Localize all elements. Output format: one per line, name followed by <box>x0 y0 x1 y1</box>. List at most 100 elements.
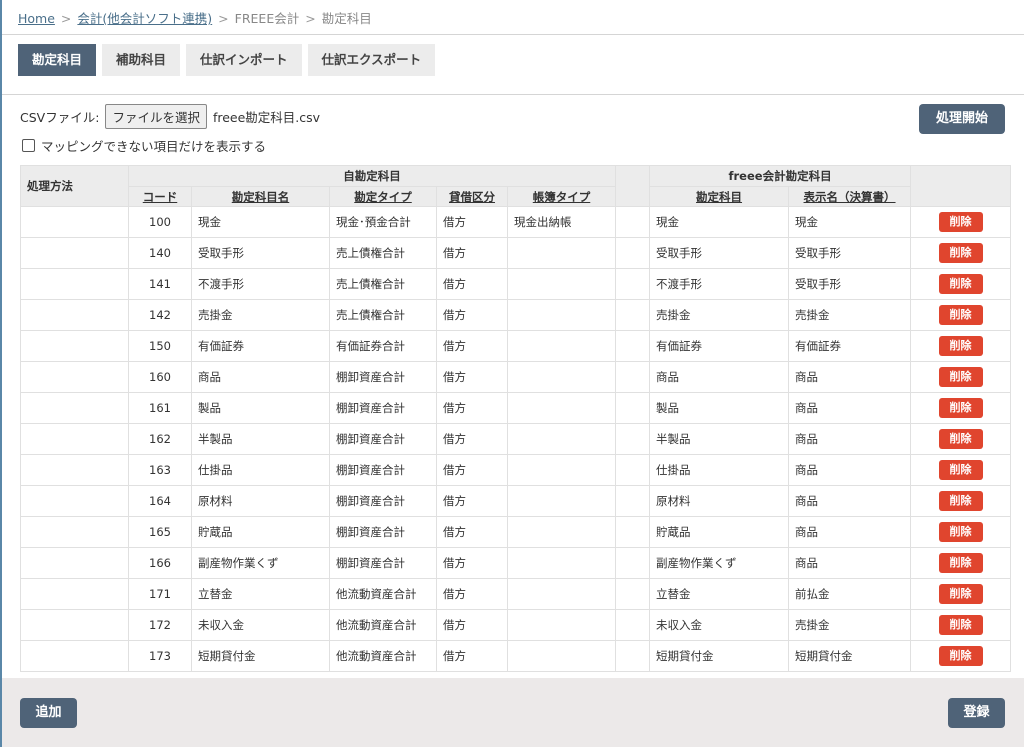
book-type-header[interactable]: 帳簿タイプ <box>506 186 617 207</box>
delete-button[interactable]: 削除 <box>938 274 983 294</box>
method-cell[interactable] <box>20 392 129 424</box>
freee-account-cell[interactable]: 貯蔵品 <box>649 516 790 548</box>
book-type-cell <box>506 299 617 331</box>
unmapped-only-checkbox[interactable] <box>22 139 35 152</box>
unmapped-filter[interactable]: マッピングできない項目だけを表示する <box>22 136 266 155</box>
debit-credit-header[interactable]: 貸借区分 <box>436 186 508 207</box>
delete-button[interactable]: 削除 <box>938 491 983 511</box>
method-cell[interactable] <box>20 609 129 641</box>
book-type-cell <box>506 578 617 610</box>
choose-file-button[interactable]: ファイルを選択 <box>105 104 207 129</box>
freee-account-cell[interactable]: 副産物作業くず <box>649 547 790 579</box>
code-cell: 100 <box>128 206 192 238</box>
display-name-cell: 有価証券 <box>788 330 912 362</box>
account-type-cell: 棚卸資産合計 <box>329 361 437 393</box>
freee-account-header[interactable]: 勘定科目 <box>649 186 790 207</box>
header-divider <box>2 34 1024 35</box>
register-button[interactable]: 登録 <box>948 698 1005 728</box>
account-type-header[interactable]: 勘定タイプ <box>329 186 437 207</box>
method-cell[interactable] <box>20 485 129 517</box>
freee-account-cell[interactable]: 半製品 <box>649 423 790 455</box>
delete-button[interactable]: 削除 <box>938 336 983 356</box>
debit-credit-cell: 借方 <box>436 640 508 672</box>
breadcrumb-accounting-link[interactable]: 会計(他会計ソフト連携) <box>77 11 212 26</box>
freee-account-cell[interactable]: 未収入金 <box>649 609 790 641</box>
book-type-cell <box>506 609 617 641</box>
account-name-cell: 売掛金 <box>191 299 330 331</box>
freee-account-cell[interactable]: 製品 <box>649 392 790 424</box>
gap-cell <box>615 392 651 424</box>
method-cell[interactable] <box>20 206 129 238</box>
book-type-cell <box>506 516 617 548</box>
method-cell[interactable] <box>20 454 129 486</box>
debit-credit-cell: 借方 <box>436 516 508 548</box>
freee-account-cell[interactable]: 仕掛品 <box>649 454 790 486</box>
method-cell[interactable] <box>20 361 129 393</box>
debit-credit-cell: 借方 <box>436 299 508 331</box>
account-name-cell: 半製品 <box>191 423 330 455</box>
delete-cell: 削除 <box>910 516 1011 548</box>
delete-button[interactable]: 削除 <box>938 398 983 418</box>
account-type-cell: 現金･預金合計 <box>329 206 437 238</box>
freee-account-cell[interactable]: 受取手形 <box>649 237 790 269</box>
delete-button[interactable]: 削除 <box>938 460 983 480</box>
delete-button[interactable]: 削除 <box>938 212 983 232</box>
delete-button[interactable]: 削除 <box>938 243 983 263</box>
delete-cell: 削除 <box>910 237 1011 269</box>
table-row: 150 有価証券 有価証券合計 借方 有価証券 有価証券 削除 <box>20 330 1011 362</box>
delete-button[interactable]: 削除 <box>938 522 983 542</box>
mapping-table-container[interactable]: 処理方法 自勘定科目 freee会計勘定科目 コード 勘定科目名 勘定タイプ 貸… <box>20 165 1011 677</box>
debit-credit-cell: 借方 <box>436 206 508 238</box>
start-process-button[interactable]: 処理開始 <box>919 104 1005 134</box>
tab-accounts[interactable]: 勘定科目 <box>18 44 97 76</box>
breadcrumb-separator: > <box>305 11 316 26</box>
debit-credit-cell: 借方 <box>436 547 508 579</box>
delete-button[interactable]: 削除 <box>938 429 983 449</box>
delete-button[interactable]: 削除 <box>938 615 983 635</box>
freee-account-cell[interactable]: 原材料 <box>649 485 790 517</box>
delete-button[interactable]: 削除 <box>938 553 983 573</box>
tab-journal-export[interactable]: 仕訳エクスポート <box>307 44 436 76</box>
freee-account-cell[interactable]: 売掛金 <box>649 299 790 331</box>
book-type-cell: 現金出納帳 <box>506 206 617 238</box>
add-button[interactable]: 追加 <box>20 698 77 728</box>
account-type-cell: 他流動資産合計 <box>329 578 437 610</box>
method-cell[interactable] <box>20 268 129 300</box>
tab-sub-accounts[interactable]: 補助科目 <box>102 44 181 76</box>
account-type-cell: 売上債権合計 <box>329 268 437 300</box>
breadcrumb-separator: > <box>218 11 229 26</box>
display-name-cell: 前払金 <box>788 578 912 610</box>
delete-cell: 削除 <box>910 547 1011 579</box>
method-cell[interactable] <box>20 547 129 579</box>
delete-cell: 削除 <box>910 299 1011 331</box>
book-type-cell <box>506 361 617 393</box>
method-cell[interactable] <box>20 516 129 548</box>
freee-account-cell[interactable]: 商品 <box>649 361 790 393</box>
freee-account-cell[interactable]: 有価証券 <box>649 330 790 362</box>
book-type-cell <box>506 392 617 424</box>
code-header[interactable]: コード <box>128 186 192 207</box>
delete-button[interactable]: 削除 <box>938 305 983 325</box>
method-cell[interactable] <box>20 423 129 455</box>
method-cell[interactable] <box>20 578 129 610</box>
debit-credit-cell: 借方 <box>436 423 508 455</box>
table-row: 164 原材料 棚卸資産合計 借方 原材料 商品 削除 <box>20 485 1011 517</box>
breadcrumb-home-link[interactable]: Home <box>18 11 55 26</box>
freee-account-cell[interactable]: 短期貸付金 <box>649 640 790 672</box>
delete-button[interactable]: 削除 <box>938 584 983 604</box>
method-cell[interactable] <box>20 330 129 362</box>
delete-button[interactable]: 削除 <box>938 646 983 666</box>
freee-account-cell[interactable]: 立替金 <box>649 578 790 610</box>
debit-credit-cell: 借方 <box>436 330 508 362</box>
account-name-cell: 仕掛品 <box>191 454 330 486</box>
account-name-header[interactable]: 勘定科目名 <box>191 186 330 207</box>
delete-button[interactable]: 削除 <box>938 367 983 387</box>
display-name-header[interactable]: 表示名（決算書） <box>788 186 912 207</box>
method-cell[interactable] <box>20 237 129 269</box>
method-cell[interactable] <box>20 299 129 331</box>
freee-account-cell[interactable]: 現金 <box>649 206 790 238</box>
tab-journal-import[interactable]: 仕訳インポート <box>186 44 302 76</box>
code-cell: 141 <box>128 268 192 300</box>
freee-account-cell[interactable]: 不渡手形 <box>649 268 790 300</box>
method-cell[interactable] <box>20 640 129 672</box>
